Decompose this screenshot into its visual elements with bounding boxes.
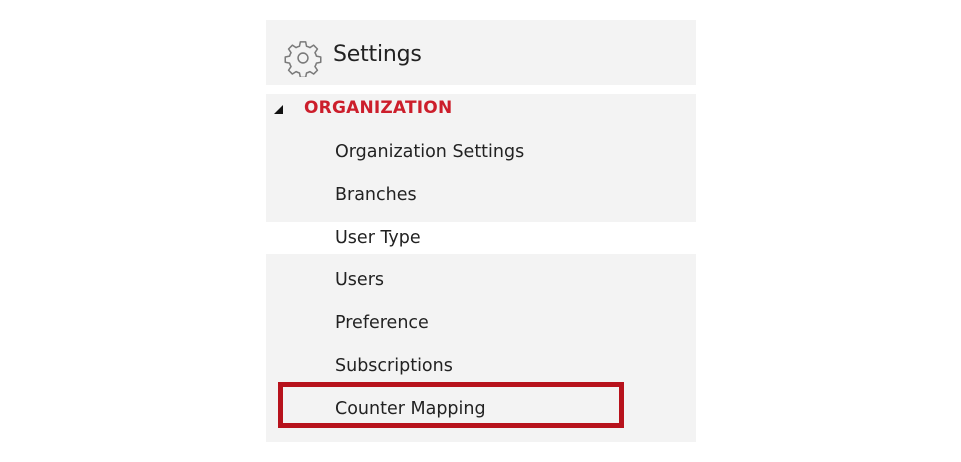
page-title: Settings xyxy=(333,42,422,67)
organization-label: ORGANIZATION xyxy=(304,98,453,118)
menu-item-user-type[interactable]: User Type xyxy=(335,224,675,252)
menu-item-branches[interactable]: Branches xyxy=(335,181,675,209)
menu-item-subscriptions[interactable]: Subscriptions xyxy=(335,352,675,380)
highlight-box xyxy=(278,382,624,428)
organization-group-header[interactable]: ORGANIZATION xyxy=(266,94,696,126)
gear-icon xyxy=(284,41,322,77)
collapse-arrow-icon[interactable] xyxy=(274,105,283,114)
menu-item-users[interactable]: Users xyxy=(335,266,675,294)
menu-item-preference[interactable]: Preference xyxy=(335,309,675,337)
menu-item-organization-settings[interactable]: Organization Settings xyxy=(335,138,675,166)
settings-header[interactable]: Settings xyxy=(266,20,696,85)
